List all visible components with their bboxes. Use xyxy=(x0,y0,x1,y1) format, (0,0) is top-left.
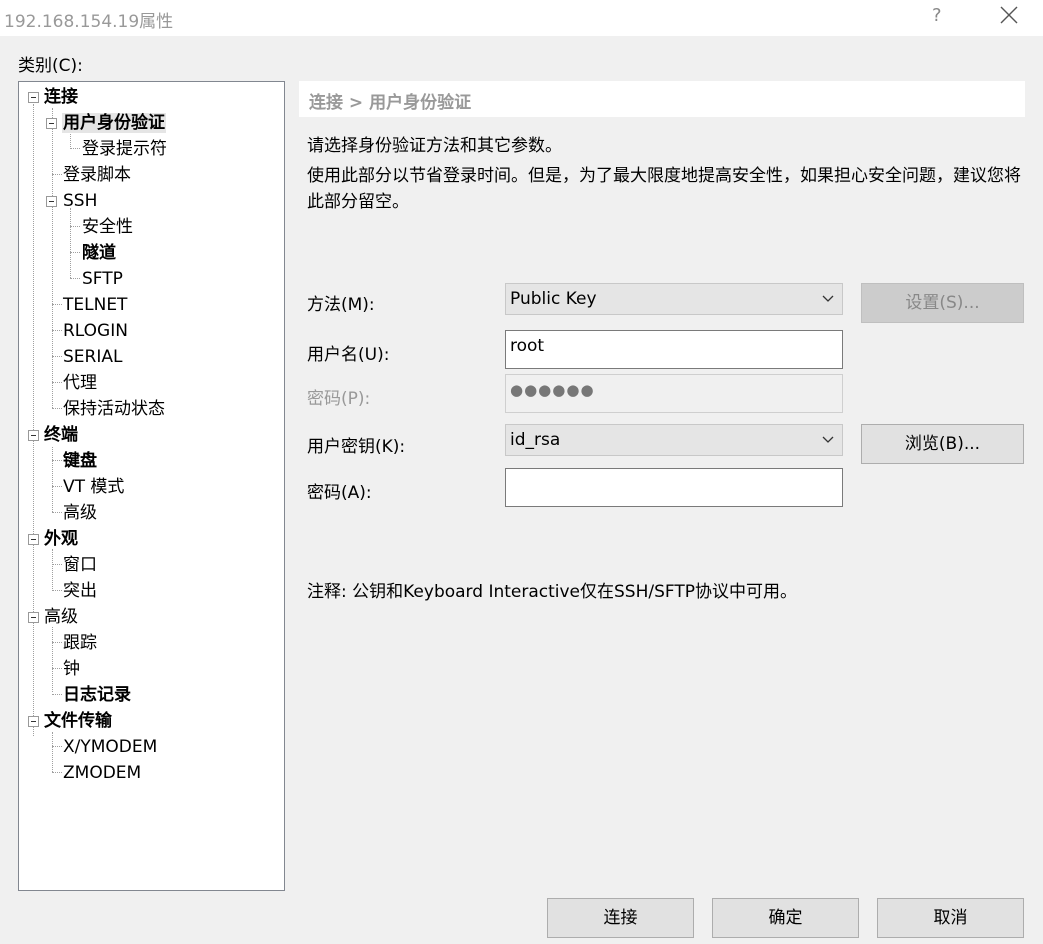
tree-item-terminal-advanced[interactable]: 高级 xyxy=(62,500,98,526)
collapse-icon[interactable] xyxy=(46,118,57,129)
tree-item-ssh[interactable]: SSH xyxy=(62,188,98,214)
tree-item-label: 登录提示符 xyxy=(82,139,167,159)
cancel-button[interactable]: 取消 xyxy=(877,898,1024,938)
passphrase-label: 密码(A): xyxy=(307,483,372,503)
tree-item-rlogin[interactable]: RLOGIN xyxy=(62,318,129,344)
description-text: 请选择身份验证方法和其它参数。 xyxy=(307,136,562,156)
description-text-detail: 使用此部分以节省登录时间。但是，为了最大限度地提高安全性，如果担心安全问题，建议… xyxy=(307,166,1021,212)
tree-item-label: 外观 xyxy=(44,529,78,549)
tree-item-label: 保持活动状态 xyxy=(63,399,165,419)
tree-item-tunnel[interactable]: 隧道 xyxy=(81,240,117,266)
tree-item-label: 用户身份验证 xyxy=(62,113,166,133)
breadcrumb: 连接 > 用户身份验证 xyxy=(309,93,472,113)
tree-item-label: 钟 xyxy=(63,659,80,679)
tree-item-window[interactable]: 窗口 xyxy=(62,552,98,578)
tree-item-label: 登录脚本 xyxy=(63,165,131,185)
tree-item-label: 连接 xyxy=(44,87,78,107)
title-bar: 192.168.154.19属性 ? xyxy=(0,0,1043,36)
tree-item-label: 高级 xyxy=(44,607,78,627)
tree-item-user-auth[interactable]: 用户身份验证 xyxy=(62,110,166,136)
passphrase-input[interactable] xyxy=(505,468,843,507)
browse-button[interactable]: 浏览(B)... xyxy=(861,424,1024,464)
category-label: 类别(C): xyxy=(18,56,83,76)
method-value: Public Key xyxy=(510,289,597,309)
tree-item-label: VT 模式 xyxy=(63,477,125,497)
tree-item-label: 突出 xyxy=(63,581,97,601)
user-key-label: 用户密钥(K): xyxy=(307,437,406,457)
tree-item-label: 终端 xyxy=(44,425,78,445)
username-input[interactable]: root xyxy=(505,330,843,369)
tree-item-proxy[interactable]: 代理 xyxy=(62,370,98,396)
password-input[interactable]: ●●●●●● xyxy=(505,374,843,413)
tree-item-trace[interactable]: 跟踪 xyxy=(62,630,98,656)
tree-item-file-transfer[interactable]: 文件传输 xyxy=(43,708,113,734)
category-tree[interactable]: 连接 用户身份验证 登录提示符 登录脚本 SSH 安全性 隧道 SFTP TEL… xyxy=(18,81,285,891)
tree-item-security[interactable]: 安全性 xyxy=(81,214,134,240)
user-key-value: id_rsa xyxy=(510,430,561,450)
tree-item-appearance[interactable]: 外观 xyxy=(43,526,79,552)
chevron-down-icon xyxy=(822,295,834,302)
tree-item-terminal[interactable]: 终端 xyxy=(43,422,79,448)
tree-item-label: 跟踪 xyxy=(63,633,97,653)
tree-item-sftp[interactable]: SFTP xyxy=(81,266,124,292)
tree-item-label: 文件传输 xyxy=(44,711,112,731)
tree-item-label: 安全性 xyxy=(82,217,133,237)
connect-button[interactable]: 连接 xyxy=(547,898,694,938)
tree-item-xymodem[interactable]: X/YMODEM xyxy=(62,734,158,760)
method-select[interactable]: Public Key xyxy=(505,283,843,315)
help-button[interactable]: ? xyxy=(932,5,942,26)
tree-item-vt-mode[interactable]: VT 模式 xyxy=(62,474,125,500)
tree-item-zmodem[interactable]: ZMODEM xyxy=(62,760,142,786)
tree-item-label: TELNET xyxy=(63,295,128,315)
close-icon[interactable] xyxy=(998,4,1020,26)
tree-item-logging[interactable]: 日志记录 xyxy=(62,682,132,708)
tree-item-label: 代理 xyxy=(63,373,97,393)
note-text: 注释: 公钥和Keyboard Interactive仅在SSH/SFTP协议中… xyxy=(307,582,798,602)
collapse-icon[interactable] xyxy=(28,716,39,727)
settings-button[interactable]: 设置(S)... xyxy=(861,283,1024,323)
tree-item-login-script[interactable]: 登录脚本 xyxy=(62,162,132,188)
password-value: ●●●●●● xyxy=(510,381,595,399)
tree-item-label: ZMODEM xyxy=(63,763,142,783)
tree-item-advanced[interactable]: 高级 xyxy=(43,604,79,630)
collapse-icon[interactable] xyxy=(28,534,39,545)
tree-item-label: 日志记录 xyxy=(63,685,131,705)
collapse-icon[interactable] xyxy=(28,430,39,441)
collapse-icon[interactable] xyxy=(28,612,39,623)
tree-item-label: 高级 xyxy=(63,503,97,523)
tree-item-bell[interactable]: 钟 xyxy=(62,656,81,682)
username-value: root xyxy=(510,336,545,356)
ok-button[interactable]: 确定 xyxy=(712,898,859,938)
user-key-select[interactable]: id_rsa xyxy=(505,424,843,456)
tree-item-label: 隧道 xyxy=(82,243,116,263)
collapse-icon[interactable] xyxy=(46,196,57,207)
tree-item-highlight[interactable]: 突出 xyxy=(62,578,98,604)
tree-item-telnet[interactable]: TELNET xyxy=(62,292,128,318)
tree-item-label: RLOGIN xyxy=(63,321,128,341)
tree-item-keepalive[interactable]: 保持活动状态 xyxy=(62,396,166,422)
method-label: 方法(M): xyxy=(307,295,375,315)
tree-item-login-prompt[interactable]: 登录提示符 xyxy=(81,136,168,162)
window-title: 192.168.154.19属性 xyxy=(4,12,174,32)
password-label: 密码(P): xyxy=(307,389,371,409)
collapse-icon[interactable] xyxy=(28,92,39,103)
tree-item-keyboard[interactable]: 键盘 xyxy=(62,448,98,474)
tree-item-label: SFTP xyxy=(82,269,123,289)
chevron-down-icon xyxy=(822,436,834,443)
tree-item-label: 键盘 xyxy=(63,451,97,471)
tree-item-label: SSH xyxy=(63,191,98,211)
username-label: 用户名(U): xyxy=(307,345,390,365)
tree-item-connection[interactable]: 连接 xyxy=(43,84,79,110)
tree-item-label: 窗口 xyxy=(63,555,97,575)
tree-item-label: X/YMODEM xyxy=(63,737,158,757)
tree-item-label: SERIAL xyxy=(63,347,123,367)
tree-item-serial[interactable]: SERIAL xyxy=(62,344,123,370)
section-header: 连接 > 用户身份验证 xyxy=(299,81,1025,117)
